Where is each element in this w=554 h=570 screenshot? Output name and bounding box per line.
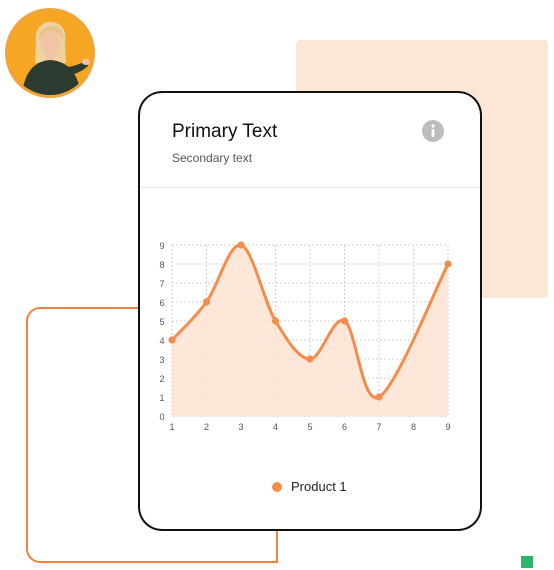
y-tick-label: 5	[159, 317, 164, 327]
y-tick-label: 0	[159, 412, 164, 422]
data-point	[340, 317, 349, 325]
y-tick-label: 9	[159, 241, 164, 251]
y-tick-label: 2	[159, 374, 164, 384]
legend-label: Product 1	[291, 479, 347, 494]
x-tick-label: 5	[307, 422, 312, 432]
x-tick-label: 9	[445, 422, 450, 432]
y-tick-label: 6	[159, 298, 164, 308]
y-tick-label: 8	[159, 260, 164, 270]
decorative-green-square	[521, 556, 533, 568]
data-point	[168, 336, 176, 344]
chart-card: Primary Text Secondary text 012345678912…	[140, 93, 480, 529]
decorative-bracket-tick	[276, 530, 278, 563]
data-point	[444, 260, 452, 268]
x-tick-label: 1	[169, 422, 174, 432]
y-tick-label: 7	[159, 279, 164, 289]
x-tick-label: 2	[204, 422, 209, 432]
avatar-photo	[8, 11, 92, 95]
x-tick-label: 8	[411, 422, 416, 432]
x-tick-label: 7	[376, 422, 381, 432]
data-point	[237, 241, 245, 249]
data-point	[306, 355, 314, 363]
legend-marker	[272, 481, 282, 492]
line-chart: 01234567891 2 3 4 5 6 7 8 9	[159, 241, 452, 432]
data-point	[202, 298, 211, 306]
x-tick-label: 6	[342, 422, 347, 432]
avatar	[5, 8, 95, 98]
x-tick-label: 3	[238, 422, 243, 432]
x-tick-label: 4	[273, 422, 278, 432]
y-tick-label: 3	[159, 355, 164, 365]
chart-legend: Product 1	[272, 479, 347, 494]
data-point	[375, 393, 383, 401]
y-tick-label: 4	[159, 336, 164, 346]
data-point	[271, 317, 280, 325]
y-tick-label: 1	[159, 393, 164, 403]
